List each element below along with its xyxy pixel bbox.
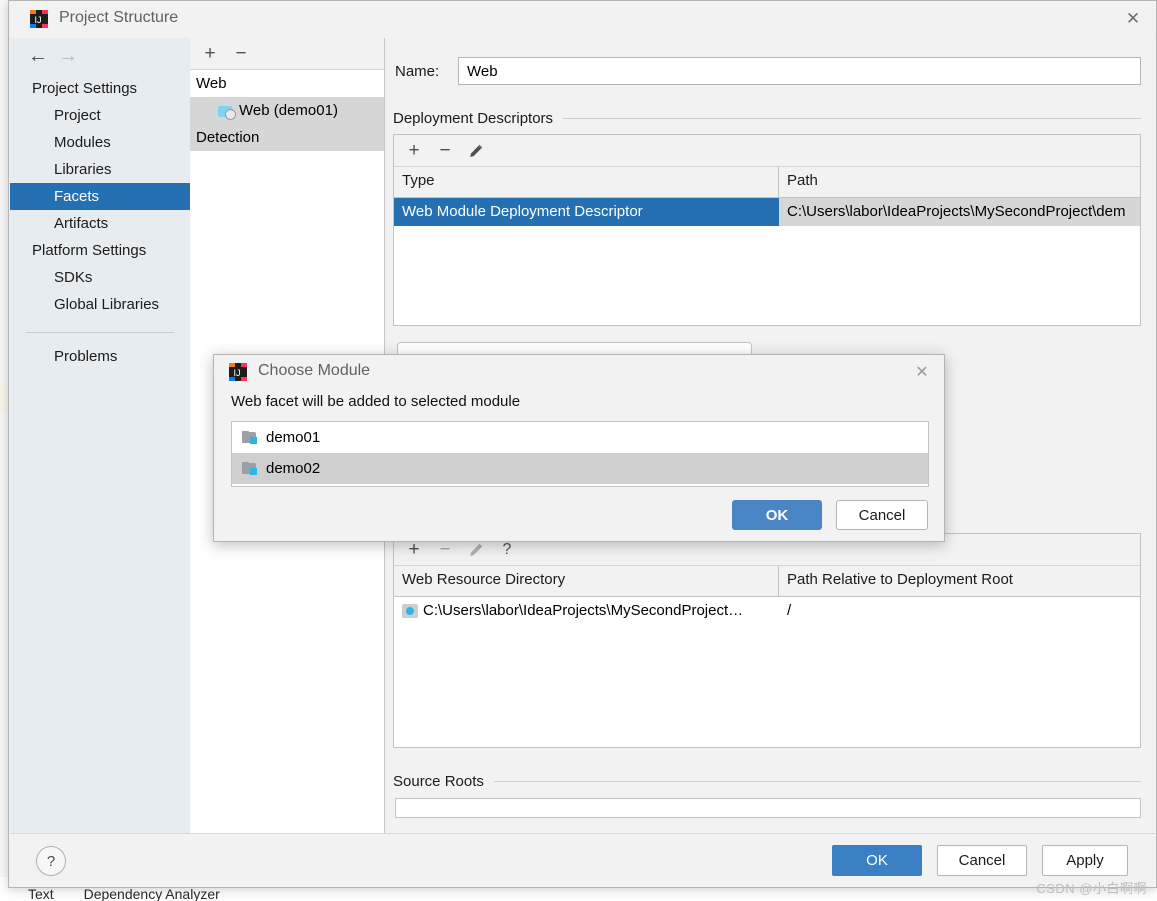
add-descriptor-button[interactable]: + [400,135,428,166]
window-footer: ? OK Cancel Apply [10,833,1155,887]
watermark: CSDN @小白啊啊 [1036,881,1147,896]
remove-descriptor-button[interactable]: − [431,135,459,166]
nav-group-project-settings: Project Settings [32,80,138,97]
folder-web-icon [402,604,418,618]
module-folder-icon [242,462,258,475]
ok-button[interactable]: OK [832,845,922,876]
deployment-descriptors-section-title: Deployment Descriptors [393,110,1141,127]
sidebar-item-artifacts[interactable]: Artifacts [10,210,190,237]
source-roots-list[interactable] [395,798,1141,818]
intellij-idea-icon: IJ [29,9,49,29]
column-header-path-relative: Path Relative to Deployment Root [787,571,1013,588]
module-list: demo01 demo02 [231,421,929,487]
help-button[interactable]: ? [36,846,66,876]
cell-directory-text: C:\Users\labor\IdeaProjects\MySecondProj… [423,602,744,619]
close-icon[interactable]: ✕ [1110,1,1156,37]
cell-path: C:\Users\labor\IdeaProjects\MySecondProj… [779,198,1140,226]
cell-relative-path: / [787,602,792,619]
editor-bottom-tabs[interactable]: Text Dependency Analyzer [28,886,246,901]
sidebar-item-modules[interactable]: Modules [10,129,190,156]
sidebar-item-libraries[interactable]: Libraries [10,156,190,183]
facet-item-label: Web (demo01) [239,102,338,119]
column-header-path: Path [787,172,818,189]
nav-list: Project Settings Project Modules Librari… [10,73,190,370]
list-item-label: demo01 [266,429,321,446]
column-header-type: Type [394,167,779,197]
facet-group-label: Detection [196,129,260,146]
facets-tree-toolbar: + − [190,38,384,70]
settings-nav-panel: ← → Project Settings Project Modules Lib… [10,38,191,834]
list-item-label: demo02 [266,460,321,477]
tab-text[interactable]: Text [28,886,54,901]
list-item[interactable]: demo01 [232,422,928,453]
table-row[interactable]: C:\Users\labor\IdeaProjects\MySecondProj… [394,597,1140,625]
tab-dependency-analyzer[interactable]: Dependency Analyzer [84,886,220,901]
section-divider [493,781,1141,782]
apply-button[interactable]: Apply [1042,845,1128,876]
choose-module-titlebar: IJ Choose Module ✕ [214,355,944,389]
facet-name-input[interactable] [458,57,1141,85]
facet-group-label: Web [196,75,227,92]
web-facet-icon [218,104,236,120]
sidebar-item-project[interactable]: Project [10,102,190,129]
list-item[interactable]: demo02 [232,453,928,484]
cancel-button[interactable]: Cancel [937,845,1027,876]
facet-group-detection[interactable]: Detection [190,124,384,151]
forward-arrow-icon[interactable]: → [56,46,80,66]
facet-name-row: Name: [395,56,1141,86]
window-title: Project Structure [59,9,179,26]
back-arrow-icon[interactable]: ← [26,46,50,66]
svg-text:IJ: IJ [234,368,241,378]
choose-module-cancel-button[interactable]: Cancel [836,500,928,530]
module-folder-icon [242,431,258,444]
intellij-idea-icon: IJ [228,362,248,382]
cell-type: Web Module Deployment Descriptor [394,198,779,226]
window-titlebar: IJ Project Structure ✕ [9,1,1156,39]
web-resource-directories-table: + − ? Web Resource Directory Path Relati… [393,533,1141,748]
choose-module-ok-button[interactable]: OK [732,500,822,530]
nav-divider [26,332,174,333]
choose-module-dialog: IJ Choose Module ✕ Web facet will be add… [213,354,945,542]
deployment-descriptors-header: Type Path [394,167,1140,198]
sidebar-item-global-libraries[interactable]: Global Libraries [10,291,190,318]
remove-facet-button[interactable]: − [227,38,255,69]
choose-module-title: Choose Module [258,362,371,379]
deployment-descriptors-toolbar: + − [394,135,1140,167]
facet-name-label: Name: [395,62,440,80]
facet-group-web[interactable]: Web [190,70,384,97]
web-resource-header: Web Resource Directory Path Relative to … [394,566,1140,597]
nav-history-bar: ← → [10,38,190,73]
choose-module-description: Web facet will be added to selected modu… [231,393,521,410]
table-row[interactable]: Web Module Deployment Descriptor C:\User… [394,198,1140,226]
sidebar-item-sdks[interactable]: SDKs [10,264,190,291]
add-facet-button[interactable]: + [196,38,224,69]
column-header-web-resource-directory: Web Resource Directory [394,566,779,596]
close-icon[interactable]: ✕ [904,357,940,387]
sidebar-item-facets[interactable]: Facets [10,183,190,210]
sidebar-item-problems[interactable]: Problems [10,343,190,370]
pencil-icon[interactable] [462,135,490,166]
section-divider [563,118,1141,119]
section-title-text: Deployment Descriptors [393,110,554,127]
facet-item-web-demo01[interactable]: Web (demo01) [190,97,384,124]
nav-group-platform-settings: Platform Settings [32,242,147,259]
source-roots-section-title: Source Roots [393,773,1141,790]
svg-text:IJ: IJ [35,15,42,25]
cell-web-resource-directory: C:\Users\labor\IdeaProjects\MySecondProj… [394,597,779,625]
section-title-text: Source Roots [393,773,484,790]
screenshot-root: 1 1 1 1 1 1 1 1 Text Dependency Analyzer… [0,0,1157,901]
deployment-descriptors-table: + − Type Path Web Module Deployment Desc… [393,134,1141,326]
